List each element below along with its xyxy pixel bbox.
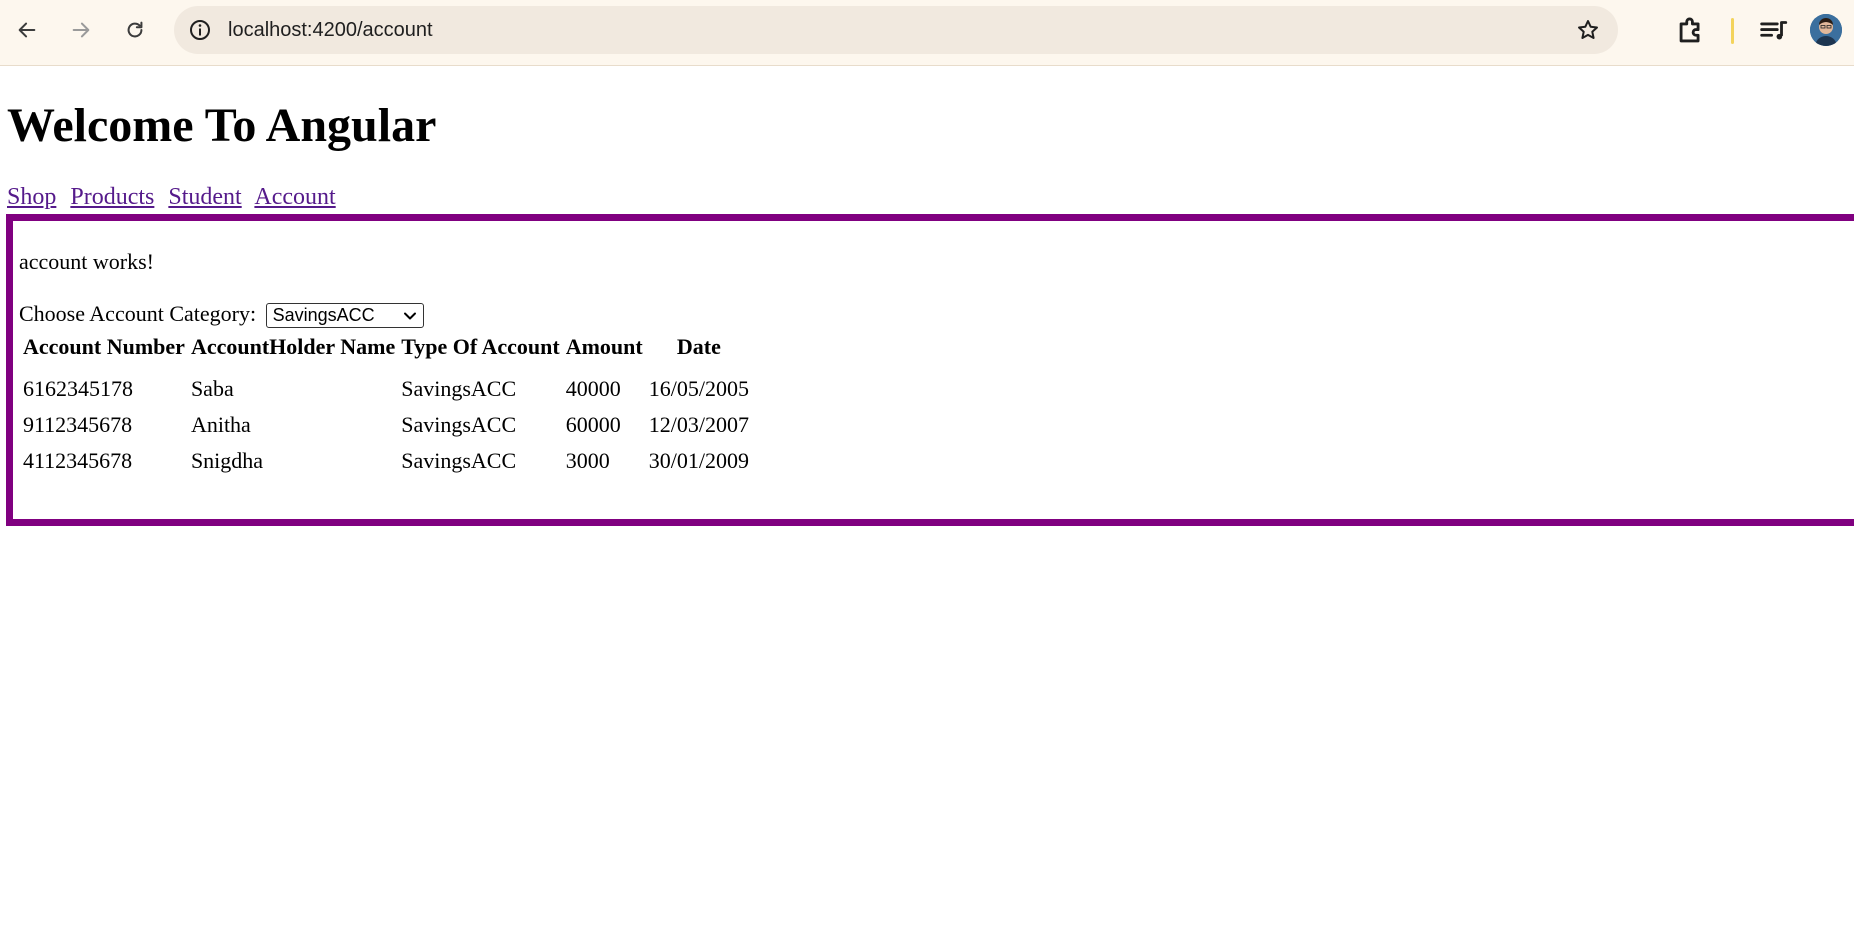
back-arrow-icon: [18, 22, 36, 38]
forward-arrow-icon: [72, 22, 90, 38]
reload-icon: [127, 21, 143, 38]
account-number-cell: 4112345678: [23, 448, 133, 473]
category-label: Choose Account Category:: [19, 301, 257, 326]
component-status-text: account works!: [19, 249, 155, 274]
column-header: AccountHolder Name: [190, 334, 396, 359]
table-row: 4112345678 Snigdha SavingsACC 3000 30/01…: [23, 443, 749, 479]
account-category-select[interactable]: SavingsACC: [265, 303, 424, 329]
account-component-frame: account works! Choose Account Category: …: [6, 214, 1854, 526]
address-bar[interactable]: localhost:4200/account: [174, 6, 1618, 54]
date-cell: 16/05/2005: [648, 376, 749, 401]
account-number-cell: 9112345678: [23, 412, 133, 437]
holder-name-cell: Snigdha: [190, 448, 264, 473]
link-student[interactable]: Student: [168, 184, 241, 210]
browser-toolbar: localhost:4200/account: [0, 0, 1854, 66]
category-row: Choose Account Category: SavingsACC: [19, 301, 424, 329]
column-header: Amount: [565, 334, 643, 359]
account-number-cell: 6162345178: [23, 376, 133, 401]
account-type-cell: SavingsACC: [401, 448, 517, 473]
table-header-row: Account Number AccountHolder Name Type O…: [23, 329, 749, 365]
page-title: Welcome To Angular: [7, 99, 437, 152]
profile-avatar[interactable]: [1810, 14, 1842, 46]
media-playlist-icon[interactable]: [1756, 14, 1790, 48]
holder-name-cell: Anitha: [190, 412, 251, 437]
link-account[interactable]: Account: [254, 184, 335, 210]
toolbar-divider: [1731, 18, 1734, 44]
table-row: 9112345678 Anitha SavingsACC 60000 12/03…: [23, 407, 749, 443]
date-cell: 30/01/2009: [648, 448, 749, 473]
bookmark-star-icon[interactable]: [1576, 18, 1600, 42]
holder-name-cell: Saba: [190, 376, 234, 401]
account-type-cell: SavingsACC: [401, 412, 517, 437]
date-cell: 12/03/2007: [648, 412, 749, 437]
category-selected-value: SavingsACC: [272, 305, 375, 326]
accounts-table: Account Number AccountHolder Name Type O…: [17, 329, 755, 479]
nav-links: Shop Products Student Account: [7, 184, 344, 211]
site-info-icon[interactable]: [188, 18, 212, 42]
url-text[interactable]: localhost:4200/account: [228, 6, 433, 54]
table-row: 6162345178 Saba SavingsACC 40000 16/05/2…: [23, 365, 749, 407]
column-header: Account Number: [23, 334, 185, 359]
account-type-cell: SavingsACC: [401, 376, 517, 401]
column-header: Type Of Account: [401, 334, 560, 359]
link-shop[interactable]: Shop: [7, 184, 56, 210]
column-header: Date: [676, 334, 721, 359]
forward-button[interactable]: [63, 12, 99, 48]
chevron-down-icon: [403, 312, 416, 320]
amount-cell: 40000: [565, 376, 621, 401]
amount-cell: 60000: [565, 412, 621, 437]
amount-cell: 3000: [565, 448, 610, 473]
extensions-puzzle-icon[interactable]: [1674, 14, 1708, 48]
reload-button[interactable]: [117, 12, 153, 48]
profile-picture-icon: [1810, 14, 1842, 46]
back-button[interactable]: [9, 12, 45, 48]
link-products[interactable]: Products: [70, 184, 154, 210]
